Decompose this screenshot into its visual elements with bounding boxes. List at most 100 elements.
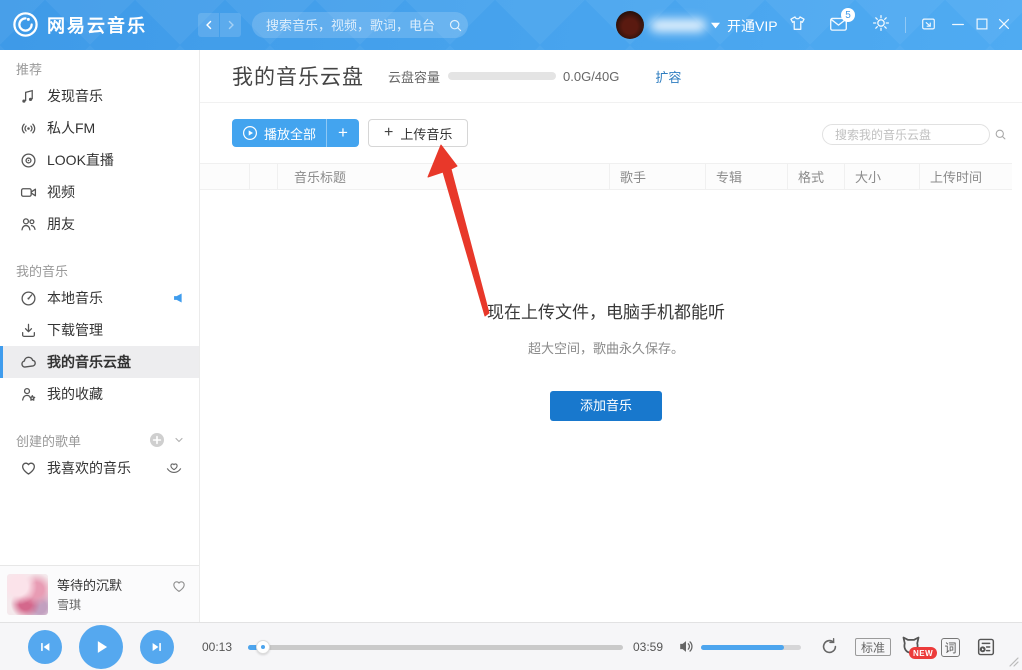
volume-icon[interactable] [678,638,696,655]
play-all-label: 播放全部 [264,124,316,143]
user-avatar[interactable] [616,11,644,39]
netease-cloud-music-window: 网易云音乐 开通VIP [0,0,1022,670]
cloud-disk-search-input[interactable] [823,128,994,142]
table-header-album: 专辑 [706,164,788,189]
sidebar-item-download-manager[interactable]: 下载管理 [0,314,199,346]
next-track-button[interactable] [140,630,174,664]
theme-skin-icon[interactable] [788,14,807,33]
sidebar-item-look-live[interactable]: LOOK直播 [0,144,199,176]
friends-icon [20,216,37,233]
page-header: 我的音乐云盘 云盘容量 0.0G/40G 扩容 [200,50,1022,103]
chevron-down-icon[interactable] [711,22,720,29]
global-search-input[interactable] [252,18,448,33]
capacity-value: 0.0G/40G [563,69,619,84]
sound-effect-fox-icon[interactable]: NEW [898,634,932,662]
player-bar: 00:13 03:59 标准 NEW 词 [0,622,1022,670]
live-stream-icon [20,152,37,169]
now-playing-speaker-icon [172,293,183,304]
sidebar-item-liked-music[interactable]: 我喜欢的音乐 [0,452,199,484]
volume-fill [701,645,784,650]
empty-state-headline: 现在上传文件，电脑手机都能听 [200,298,1012,323]
empty-state-subline: 超大空间，歌曲永久保存。 [200,338,1012,357]
sidebar-item-label: 发现音乐 [47,86,103,106]
sidebar-item-friends[interactable]: 朋友 [0,208,199,240]
seek-bar[interactable] [248,645,623,650]
sidebar-item-discover-music[interactable]: 发现音乐 [0,80,199,112]
minimize-icon[interactable] [950,16,966,32]
sidebar-item-video[interactable]: 视频 [0,176,199,208]
history-nav [198,13,241,37]
album-art[interactable] [7,574,48,615]
plus-icon: + [384,124,393,142]
empty-state: 现在上传文件，电脑手机都能听 超大空间，歌曲永久保存。 添加音乐 [200,298,1012,421]
table-header-size: 大小 [845,164,920,189]
cloud-icon [20,354,37,371]
add-music-button[interactable]: 添加音乐 [550,391,662,421]
new-badge: NEW [909,647,937,659]
table-header-upload-time: 上传时间 [920,164,1012,189]
section-label-my-music: 我的音乐 [0,240,199,282]
song-title: 等待的沉默 [57,575,122,594]
table-header-format: 格式 [788,164,845,189]
cloud-disk-search [822,124,990,145]
messages-icon[interactable]: 5 [828,14,849,34]
settings-gear-icon[interactable] [872,14,890,32]
play-button[interactable] [79,625,123,669]
open-vip-link[interactable]: 开通VIP [727,16,778,36]
sidebar-item-personal-fm[interactable]: 私人FM [0,112,199,144]
sidebar-item-my-collection[interactable]: 我的收藏 [0,378,199,410]
playlist-queue-icon[interactable] [975,636,997,658]
main-content: 我的音乐云盘 云盘容量 0.0G/40G 扩容 播放全部 + + [200,50,1022,622]
capacity-progress-bar [448,72,556,80]
total-time: 03:59 [633,640,663,654]
seek-thumb[interactable] [256,640,270,654]
lyrics-button[interactable]: 词 [941,638,960,657]
fm-radio-icon [20,120,37,137]
app-logo: 网易云音乐 [12,11,147,38]
username-blurred[interactable] [650,19,706,32]
collapse-playlists-chevron-icon[interactable] [173,434,185,446]
sidebar-item-label: LOOK直播 [47,150,114,170]
play-circle-icon [242,125,258,141]
local-music-icon [20,290,37,307]
page-title: 我的音乐云盘 [232,61,364,91]
add-playlist-icon[interactable] [149,432,165,448]
sidebar-item-label: 朋友 [47,214,75,234]
video-camera-icon [20,184,37,201]
global-search [252,12,468,38]
volume-slider[interactable] [701,645,801,650]
back-button[interactable] [198,13,219,37]
loop-mode-icon[interactable] [820,637,839,656]
titlebar: 网易云音乐 开通VIP [0,0,1022,50]
previous-track-button[interactable] [28,630,62,664]
expand-capacity-link[interactable]: 扩容 [655,67,681,86]
search-icon[interactable] [994,128,1007,141]
play-all-button[interactable]: 播放全部 + [232,119,359,147]
section-label-recommend: 推荐 [0,50,199,80]
song-artist: 雪琪 [57,596,81,613]
add-all-to-playlist-button[interactable]: + [327,119,359,147]
app-logo-icon [12,11,39,38]
mini-mode-icon[interactable] [920,16,937,32]
quality-selector-button[interactable]: 标准 [855,638,891,656]
sidebar-item-label: 私人FM [47,118,95,138]
heartbeat-mode-icon[interactable] [165,461,183,475]
like-heart-icon[interactable] [171,579,187,594]
forward-button[interactable] [220,13,241,37]
sidebar: 推荐 发现音乐 私人FM LOOK直播 [0,50,200,622]
upload-music-button[interactable]: + 上传音乐 [368,119,468,147]
resize-grip[interactable] [1009,657,1019,667]
collection-star-icon [20,386,37,403]
song-table-header: 音乐标题 歌手 专辑 格式 大小 上传时间 [200,163,1012,190]
close-icon[interactable] [996,16,1012,32]
sidebar-item-local-music[interactable]: 本地音乐 [0,282,199,314]
sidebar-item-label: 本地音乐 [47,288,103,308]
sidebar-item-label: 我喜欢的音乐 [47,458,131,478]
table-header-select-col [200,164,250,189]
table-header-index-col [250,164,278,189]
sidebar-item-music-cloud-disk[interactable]: 我的音乐云盘 [0,346,199,378]
search-icon[interactable] [448,18,463,33]
capacity-label: 云盘容量 [388,67,440,86]
maximize-icon[interactable] [974,16,990,32]
app-name: 网易云音乐 [47,12,147,38]
